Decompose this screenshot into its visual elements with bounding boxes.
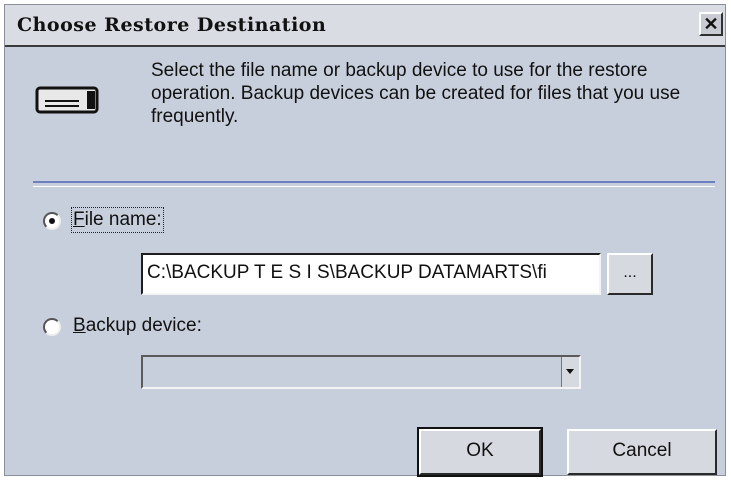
intro-text: Select the file name or backup device to…	[151, 60, 681, 127]
file-name-access-key: F	[73, 209, 85, 230]
file-name-label[interactable]: File name:	[71, 207, 164, 233]
dialog-title: Choose Restore Destination	[17, 14, 327, 36]
backup-device-label-text: ackup device:	[85, 315, 202, 336]
separator	[33, 181, 715, 187]
file-name-label-text: ile name:	[84, 209, 162, 230]
browse-button[interactable]: ...	[607, 253, 653, 295]
close-button[interactable]: ✕	[699, 12, 723, 36]
radio-selected-icon	[49, 218, 55, 224]
backup-device-access-key: B	[73, 315, 86, 336]
dropdown-arrow-icon[interactable]	[561, 357, 579, 387]
backup-device-label[interactable]: Backup device:	[73, 315, 202, 337]
backup-device-radio[interactable]	[43, 318, 61, 336]
device-icon	[35, 86, 99, 114]
title-bar[interactable]: Choose Restore Destination ✕	[5, 5, 725, 47]
file-name-radio[interactable]	[43, 212, 61, 230]
restore-dialog: Choose Restore Destination ✕ Select the …	[4, 4, 726, 476]
ok-button[interactable]: OK	[419, 429, 541, 475]
backup-device-select[interactable]	[141, 355, 581, 389]
cancel-button[interactable]: Cancel	[567, 429, 717, 475]
file-name-input[interactable]: C:\BACKUP T E S I S\BACKUP DATAMARTS\fi	[141, 253, 601, 295]
